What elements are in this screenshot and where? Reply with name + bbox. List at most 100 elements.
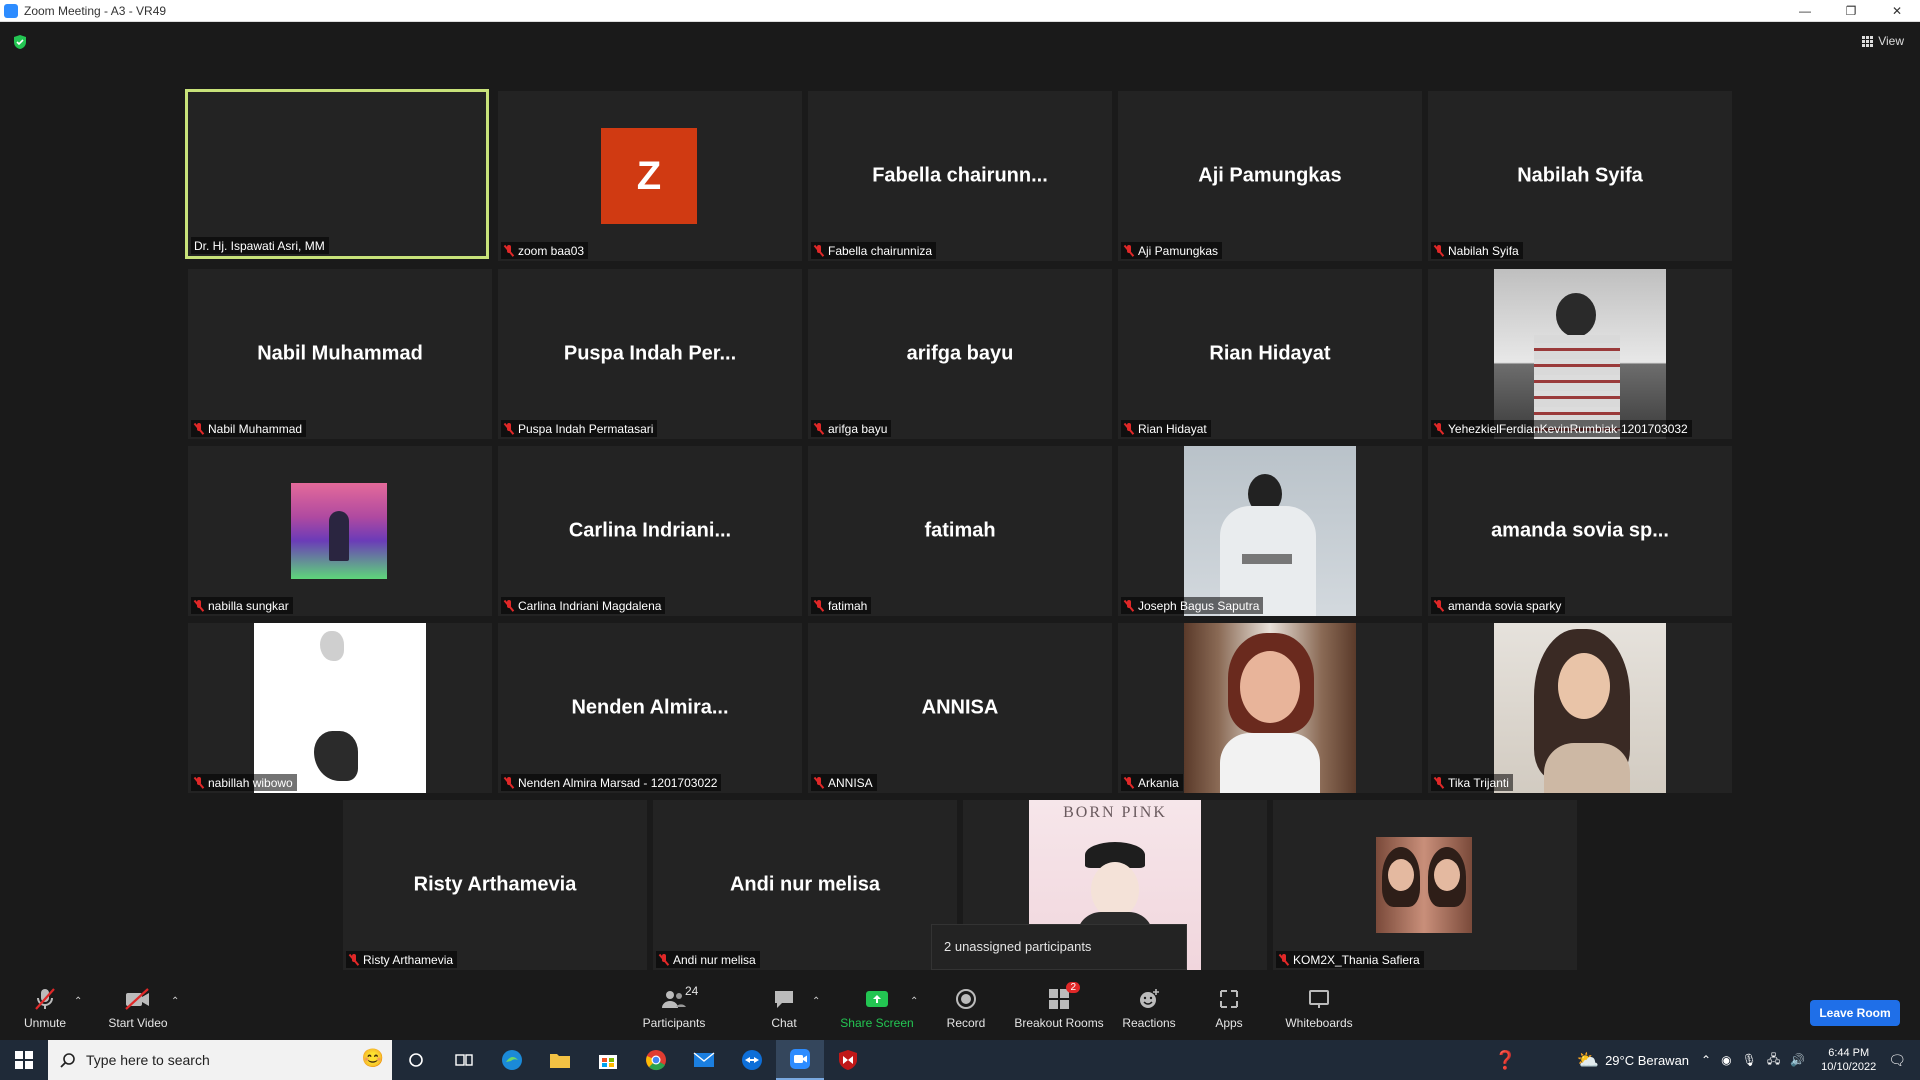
video-tile[interactable]: KOM2X_Thania Safiera <box>1273 800 1577 970</box>
muted-mic-icon <box>1279 954 1289 966</box>
video-tile[interactable]: Nenden Almira... Nenden Almira Marsad - … <box>498 623 802 793</box>
video-tile[interactable]: ANNISA ANNISA <box>808 623 1112 793</box>
share-screen-label: Share Screen <box>840 1016 914 1030</box>
microphone-tray-icon[interactable]: 🎙 <box>1742 1053 1757 1067</box>
whiteboards-button[interactable]: Whiteboards <box>1274 986 1364 1030</box>
breakout-rooms-button[interactable]: 2 Breakout Rooms <box>1014 982 1104 1030</box>
chrome-browser-icon <box>646 1050 666 1071</box>
video-tile[interactable]: Nabilah Syifa Nabilah Syifa <box>1428 91 1732 261</box>
restore-button[interactable]: ❐ <box>1828 0 1874 22</box>
participant-name-label: Fabella chairunniza <box>811 242 937 259</box>
leave-room-button[interactable]: Leave Room <box>1810 1000 1900 1026</box>
chat-label: Chat <box>771 1016 797 1030</box>
video-tile[interactable]: amanda sovia sp... amanda sovia sparky <box>1428 446 1732 616</box>
view-button[interactable]: View <box>1862 34 1904 48</box>
video-tile[interactable]: Rian Hidayat Rian Hidayat <box>1118 269 1422 439</box>
start-video-button[interactable]: Start Video <box>93 986 183 1030</box>
muted-mic-icon <box>194 777 204 789</box>
antivirus-tray-icon[interactable]: ◉ <box>1721 1053 1731 1067</box>
audio-options-caret-icon[interactable]: ⌃ <box>74 996 82 1007</box>
participant-video-feed <box>1184 446 1356 616</box>
muted-mic-icon <box>1124 423 1134 435</box>
task-view-button[interactable] <box>440 1040 488 1080</box>
apps-button[interactable]: Apps <box>1184 986 1274 1030</box>
taskbar-chrome[interactable] <box>632 1040 680 1080</box>
participants-label: Participants <box>642 1016 706 1030</box>
close-button[interactable]: ✕ <box>1874 0 1920 22</box>
unmute-button[interactable]: Unmute <box>0 986 90 1030</box>
taskbar-store[interactable] <box>584 1040 632 1080</box>
volume-icon[interactable]: 🔊 <box>1790 1053 1805 1067</box>
video-tile[interactable]: Tika Trijanti <box>1428 623 1732 793</box>
video-tile[interactable]: nabilla sungkar <box>188 446 492 616</box>
weather-cloud-icon: ⛅ <box>1576 1049 1600 1070</box>
reactions-button[interactable]: Reactions <box>1104 986 1194 1030</box>
muted-mic-icon <box>1434 245 1444 257</box>
participant-profile-picture <box>291 483 387 579</box>
video-tile[interactable]: YehezkielFerdianKevinRumbiak-1201703032 <box>1428 269 1732 439</box>
participant-video-feed <box>1494 623 1666 793</box>
unassigned-participants-popup[interactable]: 2 unassigned participants <box>931 924 1187 970</box>
muted-microphone-icon <box>33 986 57 1012</box>
security-shield-icon[interactable] <box>12 34 28 50</box>
record-button[interactable]: Record <box>921 986 1011 1030</box>
taskbar-mail[interactable] <box>680 1040 728 1080</box>
taskbar-zoom[interactable] <box>776 1040 824 1080</box>
video-tile[interactable]: Z zoom baa03 <box>498 91 802 261</box>
video-tile[interactable]: Carlina Indriani... Carlina Indriani Mag… <box>498 446 802 616</box>
chat-options-caret-icon[interactable]: ⌃ <box>812 996 820 1007</box>
store-bag-icon <box>599 1055 617 1069</box>
cortana-button[interactable] <box>392 1040 440 1080</box>
muted-mic-icon <box>1434 423 1444 435</box>
muted-mic-icon <box>814 423 824 435</box>
breakout-rooms-label: Breakout Rooms <box>1014 1016 1104 1030</box>
minimize-button[interactable]: — <box>1782 0 1828 22</box>
participant-display-name: Andi nur melisa <box>729 873 881 896</box>
taskbar-clock[interactable]: 6:44 PM 10/10/2022 <box>1821 1046 1876 1074</box>
video-tile[interactable]: Joseph Bagus Saputra <box>1118 446 1422 616</box>
taskbar-edge[interactable] <box>488 1040 536 1080</box>
muted-mic-icon <box>814 245 824 257</box>
show-hidden-icons-chevron-icon[interactable]: ⌃ <box>1701 1053 1711 1067</box>
notifications-icon[interactable]: 🗨 <box>1888 1052 1906 1069</box>
network-icon[interactable]: 🖧 <box>1767 1050 1780 1071</box>
help-icon[interactable]: ❓ <box>1494 1050 1516 1071</box>
video-tile[interactable]: arifga bayu arifga bayu <box>808 269 1112 439</box>
muted-mic-icon <box>504 423 514 435</box>
video-tile[interactable]: Arkania <box>1118 623 1422 793</box>
video-tile[interactable]: nabillah wibowo <box>188 623 492 793</box>
window-titlebar: Zoom Meeting - A3 - VR49 — ❐ ✕ <box>0 0 1920 22</box>
participants-button[interactable]: 24 Participants <box>629 984 719 1030</box>
weather-text[interactable]: 29°C Berawan <box>1605 1053 1689 1068</box>
share-screen-button[interactable]: Share Screen <box>832 986 922 1030</box>
chat-button[interactable]: Chat <box>739 986 829 1030</box>
start-button[interactable] <box>0 1040 48 1080</box>
taskbar-teamviewer[interactable] <box>728 1040 776 1080</box>
taskbar-search-box[interactable]: Type here to search 😊 <box>48 1040 392 1080</box>
video-tile[interactable]: Risty Arthamevia Risty Arthamevia <box>343 800 647 970</box>
video-tile[interactable]: Puspa Indah Per... Puspa Indah Permatasa… <box>498 269 802 439</box>
participant-name-label: Nabilah Syifa <box>1431 242 1523 259</box>
video-tile[interactable]: Nabil Muhammad Nabil Muhammad <box>188 269 492 439</box>
participant-name-label: amanda sovia sparky <box>1431 597 1566 614</box>
video-tile[interactable]: Andi nur melisa Andi nur melisa <box>653 800 957 970</box>
video-tile[interactable]: Dr. Hj. Ispawati Asri, MM <box>185 89 489 259</box>
window-title: Zoom Meeting - A3 - VR49 <box>24 3 167 18</box>
clock-time: 6:44 PM <box>1828 1047 1870 1059</box>
window-controls: — ❐ ✕ <box>1782 0 1920 22</box>
video-options-caret-icon[interactable]: ⌃ <box>171 996 179 1007</box>
taskbar-file-explorer[interactable] <box>536 1040 584 1080</box>
participant-video-feed <box>1494 269 1666 439</box>
born-pink-poster-text: BORN PINK <box>1063 804 1167 821</box>
video-tile[interactable]: fatimah fatimah <box>808 446 1112 616</box>
video-tile[interactable]: Fabella chairunn... Fabella chairunniza <box>808 91 1112 261</box>
taskbar-mcafee[interactable] <box>824 1040 872 1080</box>
unmute-label: Unmute <box>23 1016 67 1030</box>
participant-display-name: Risty Arthamevia <box>413 873 577 896</box>
share-options-caret-icon[interactable]: ⌃ <box>910 996 918 1007</box>
participant-display-name: Puspa Indah Per... <box>563 342 737 365</box>
participant-name-label: arifga bayu <box>811 420 892 437</box>
video-tile[interactable]: Aji Pamungkas Aji Pamungkas <box>1118 91 1422 261</box>
participant-display-name: Nabil Muhammad <box>257 342 423 365</box>
participant-name-label: Dr. Hj. Ispawati Asri, MM <box>191 237 329 254</box>
